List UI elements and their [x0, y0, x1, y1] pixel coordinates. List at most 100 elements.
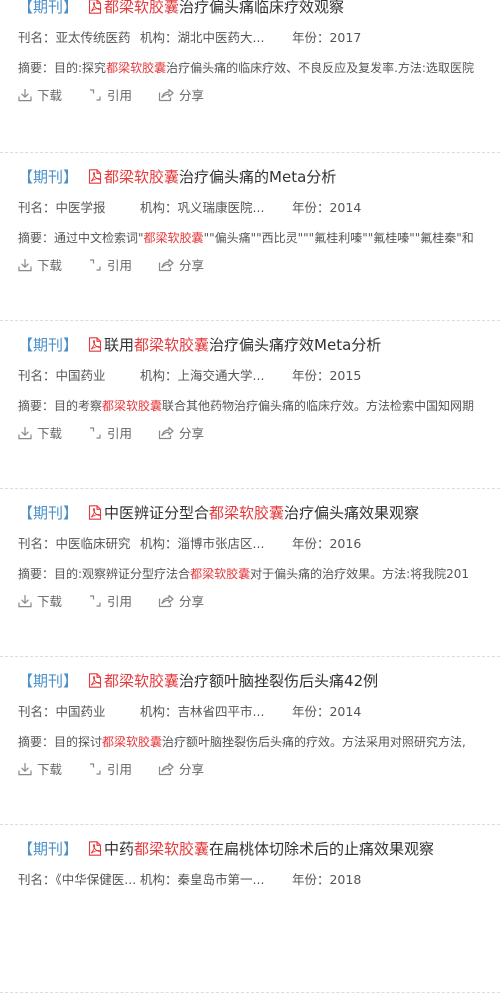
result-title-row[interactable]: 【期刊】 联用都梁软胶囊治疗偏头痛疗效Meta分析	[18, 332, 381, 358]
download-icon	[18, 427, 32, 440]
share-button[interactable]: 分享	[158, 760, 204, 780]
download-icon	[18, 89, 32, 102]
download-button[interactable]: 下载	[18, 424, 84, 444]
abstract-label: 摘要：	[18, 567, 55, 581]
download-label: 下载	[37, 762, 63, 777]
result-title[interactable]: 都梁软胶囊治疗偏头痛的Meta分析	[104, 168, 336, 186]
result-title[interactable]: 都梁软胶囊治疗偏头痛临床疗效观察	[104, 0, 344, 16]
text-segment: 治疗额叶脑挫裂伤后头痛的疗效。方法采用对照研究方法,	[162, 735, 466, 749]
journal-name[interactable]: 中医学报	[56, 200, 106, 215]
institution-name[interactable]: 淄博市张店区...	[178, 536, 265, 551]
download-icon	[18, 259, 32, 272]
year-value: 2016	[329, 536, 362, 551]
type-tag: 【期刊】	[18, 336, 79, 354]
result-title-row[interactable]: 【期刊】 都梁软胶囊治疗额叶脑挫裂伤后头痛42例	[18, 668, 378, 694]
result-meta: 刊名：中国药业 机构：上海交通大学... 年份：2015	[18, 366, 361, 386]
journal-name[interactable]: 《中华保健医...	[56, 872, 137, 887]
result-title[interactable]: 都梁软胶囊治疗额叶脑挫裂伤后头痛42例	[104, 672, 378, 690]
share-button[interactable]: 分享	[158, 424, 204, 444]
cite-button[interactable]: 引用	[88, 256, 154, 276]
year-value: 2014	[329, 200, 362, 215]
result-item: 【期刊】 都梁软胶囊治疗偏头痛临床疗效观察 刊名：亚太传统医药 机构：湖北中医药…	[0, 0, 500, 153]
text-segment: 治疗偏头痛的临床疗效、不良反应及复发率.方法:选取医院	[166, 61, 474, 75]
text-segment: 治疗偏头痛效果观察	[284, 504, 420, 522]
result-title[interactable]: 联用都梁软胶囊治疗偏头痛疗效Meta分析	[104, 336, 381, 354]
text-segment: 治疗偏头痛的Meta分析	[179, 168, 337, 186]
journal-name[interactable]: 亚太传统医药	[56, 30, 131, 45]
journal-label: 刊名：	[18, 30, 56, 45]
year-value: 2018	[329, 872, 362, 887]
pdf-icon	[88, 336, 102, 352]
share-icon	[158, 426, 174, 440]
year-label: 年份：	[291, 368, 330, 383]
institution-label: 机构：	[139, 200, 178, 215]
institution-name[interactable]: 巩义瑞康医院...	[178, 200, 265, 215]
text-segment: 目的:观察辨证分型疗法合	[54, 567, 191, 581]
result-title-row[interactable]: 【期刊】 都梁软胶囊治疗偏头痛的Meta分析	[18, 164, 336, 190]
institution-label: 机构：	[139, 704, 178, 719]
abstract-label: 摘要：	[18, 231, 55, 245]
journal-name[interactable]: 中医临床研究	[56, 536, 131, 551]
result-meta: 刊名：《中华保健医... 机构：秦皇岛市第一... 年份：2018	[18, 870, 361, 890]
cite-button[interactable]: 引用	[88, 86, 154, 106]
result-title-row[interactable]: 【期刊】 都梁软胶囊治疗偏头痛临床疗效观察	[18, 0, 344, 20]
journal-name[interactable]: 中国药业	[56, 704, 106, 719]
result-title-row[interactable]: 【期刊】 中医辨证分型合都梁软胶囊治疗偏头痛效果观察	[18, 500, 419, 526]
result-abstract: 摘要：目的:探究都梁软胶囊治疗偏头痛的临床疗效、不良反应及复发率.方法:选取医院	[18, 58, 500, 78]
year-field: 年份：2014	[292, 702, 361, 722]
keyword-highlight: 都梁软胶囊	[102, 735, 163, 749]
year-label: 年份：	[291, 872, 330, 887]
institution-name[interactable]: 湖北中医药大...	[178, 30, 265, 45]
year-label: 年份：	[291, 704, 330, 719]
result-title-row[interactable]: 【期刊】 中药都梁软胶囊在扁桃体切除术后的止痛效果观察	[18, 836, 434, 862]
journal-field: 刊名：《中华保健医...	[18, 870, 136, 890]
share-label: 分享	[178, 88, 204, 103]
journal-label: 刊名：	[18, 536, 56, 551]
share-label: 分享	[178, 426, 204, 441]
abstract-text: 目的:观察辨证分型疗法合都梁软胶囊对于偏头痛的治疗效果。方法:将我院201	[54, 567, 469, 581]
text-segment: 目的探讨	[54, 735, 103, 749]
year-field: 年份：2017	[292, 28, 361, 48]
journal-field: 刊名：中医学报	[18, 198, 136, 218]
download-button[interactable]: 下载	[18, 86, 84, 106]
text-segment: 在扁桃体切除术后的止痛效果观察	[209, 840, 435, 858]
share-button[interactable]: 分享	[158, 592, 204, 612]
cite-button[interactable]: 引用	[88, 760, 154, 780]
cite-label: 引用	[106, 258, 132, 273]
result-meta: 刊名：中医学报 机构：巩义瑞康医院... 年份：2014	[18, 198, 361, 218]
share-button[interactable]: 分享	[158, 256, 204, 276]
cite-label: 引用	[106, 426, 132, 441]
institution-name[interactable]: 吉林省四平市...	[178, 704, 265, 719]
result-actions: 下载 引用 分享	[18, 86, 204, 106]
abstract-text: 通过中文检索词"都梁软胶囊""偏头痛""西比灵"""氟桂利嗪""氟桂嗪""氟桂秦…	[54, 231, 474, 245]
institution-name[interactable]: 上海交通大学...	[178, 368, 265, 383]
result-item: 【期刊】 中药都梁软胶囊在扁桃体切除术后的止痛效果观察 刊名：《中华保健医...…	[0, 825, 500, 993]
abstract-text: 目的:探究都梁软胶囊治疗偏头痛的临床疗效、不良反应及复发率.方法:选取医院	[54, 61, 474, 75]
result-meta: 刊名：亚太传统医药 机构：湖北中医药大... 年份：2017	[18, 28, 361, 48]
journal-field: 刊名：中医临床研究	[18, 534, 136, 554]
cite-button[interactable]: 引用	[88, 424, 154, 444]
journal-label: 刊名：	[18, 704, 56, 719]
institution-name[interactable]: 秦皇岛市第一...	[178, 872, 265, 887]
download-button[interactable]: 下载	[18, 760, 84, 780]
share-icon	[158, 258, 174, 272]
result-title[interactable]: 中药都梁软胶囊在扁桃体切除术后的止痛效果观察	[104, 840, 434, 858]
download-button[interactable]: 下载	[18, 592, 84, 612]
keyword-highlight: 都梁软胶囊	[209, 504, 285, 522]
result-title[interactable]: 中医辨证分型合都梁软胶囊治疗偏头痛效果观察	[104, 504, 419, 522]
quote-icon	[89, 259, 101, 271]
download-label: 下载	[37, 594, 63, 609]
cite-label: 引用	[106, 762, 132, 777]
download-button[interactable]: 下载	[18, 256, 84, 276]
cite-button[interactable]: 引用	[88, 592, 154, 612]
text-segment: 中医辨证分型合	[104, 504, 210, 522]
quote-icon	[89, 89, 101, 101]
year-field: 年份：2018	[292, 870, 361, 890]
journal-name[interactable]: 中国药业	[56, 368, 106, 383]
text-segment: 对于偏头痛的治疗效果。方法:将我院201	[250, 567, 470, 581]
share-button[interactable]: 分享	[158, 86, 204, 106]
institution-field: 机构：吉林省四平市...	[140, 702, 288, 722]
download-label: 下载	[37, 88, 63, 103]
pdf-icon	[88, 0, 102, 14]
journal-label: 刊名：	[18, 200, 56, 215]
